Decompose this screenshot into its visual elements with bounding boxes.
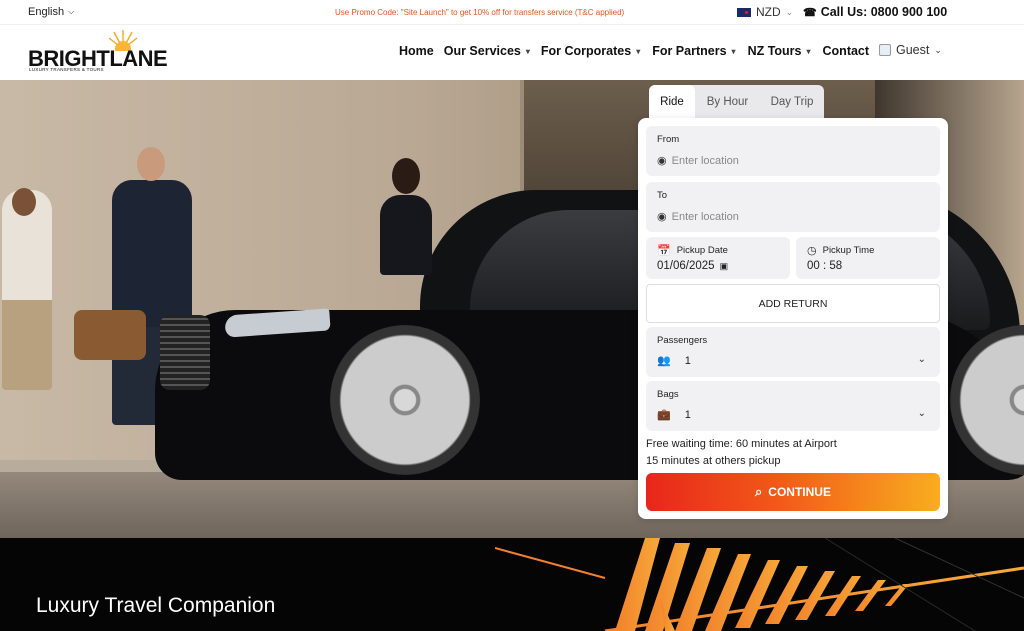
chevron-down-icon: ▾ [731,46,736,56]
to-input[interactable]: ◉ Enter location [657,210,739,224]
tab-day-trip[interactable]: Day Trip [760,85,824,118]
waiting-info-others: 15 minutes at others pickup [646,455,781,467]
chevron-down-icon: ▾ [806,46,811,56]
main-nav: BRIGHTLANE LUXURY TRANSFERS & TOURS Home… [0,25,1024,80]
to-label: To [657,190,668,201]
tab-ride[interactable]: Ride [649,85,695,118]
silver-fern-graphic [495,538,1024,631]
chevron-down-icon: ⌵ [68,7,75,16]
currency-label: NZD [756,5,781,19]
continue-button[interactable]: ⌕ CONTINUE [646,473,940,511]
nav-item-label: For Partners [652,44,727,58]
phone-icon: ☎ [803,6,817,19]
chevron-down-icon: ⌄ [917,354,926,365]
map-pin-icon: ◉ [657,155,667,167]
calendar-icon: 📅 [657,245,671,257]
users-icon: 👥 [657,355,671,367]
call-label: Call Us: 0800 900 100 [820,5,948,19]
booking-tabs: Ride By Hour Day Trip [649,85,824,118]
hero-step [0,460,170,472]
language-selector[interactable]: English ⌵ [28,6,74,18]
section-title: Luxury Travel Companion [36,594,276,617]
person-head [137,147,165,181]
avatar-icon [879,44,891,56]
from-label: From [657,134,680,145]
to-field[interactable]: To ◉ Enter location [646,182,940,232]
car-grille [160,315,210,390]
logo-tagline: LUXURY TRANSFERS & TOURS [29,67,104,72]
nav-item-home[interactable]: Home [399,44,434,58]
companion-section: Luxury Travel Companion [0,538,1024,631]
guest-menu[interactable]: Guest ⌄ [879,43,942,57]
nav-item-nz-tours[interactable]: NZ Tours ▾ [748,44,811,58]
calendar-icon[interactable]: ▣ [720,261,729,272]
add-return-button[interactable]: ADD RETURN [646,284,940,323]
pickup-date-input[interactable]: 01/06/2025 ▣ [657,260,728,272]
nav-item-for-partners[interactable]: For Partners ▾ [652,44,735,58]
person-woman-left [2,190,52,390]
pickup-date-value: 01/06/2025 [657,260,715,272]
chevron-down-icon: ⌄ [917,408,926,419]
from-input[interactable]: ◉ Enter location [657,154,739,168]
bags-select[interactable]: 💼 1 [657,408,691,422]
pickup-date-header: 📅 Pickup Date [657,244,728,257]
chevron-down-icon: ⌄ [785,6,794,17]
suitcase-icon: 💼 [657,409,671,421]
pickup-time-value: 00 : 58 [807,260,843,272]
top-bar: English ⌵ Use Promo Code: "Site Launch" … [0,0,1024,25]
nav-item-for-corporates[interactable]: For Corporates ▾ [541,44,640,58]
pickup-time-label: Pickup Time [822,245,875,256]
chevron-down-icon: ▾ [636,46,641,56]
person-chauffeur [380,195,432,275]
duffel-bag [74,310,146,360]
pickup-date-label: Pickup Date [676,245,728,256]
passengers-value: 1 [684,354,691,367]
passengers-label: Passengers [657,335,708,346]
from-placeholder: Enter location [671,154,739,167]
bags-field[interactable]: Bags 💼 1 ⌄ [646,381,940,431]
bags-label: Bags [657,389,679,400]
promo-banner: Use Promo Code: "Site Launch" to get 10%… [335,8,625,17]
nav-item-label: Our Services [443,44,521,58]
to-placeholder: Enter location [671,210,739,223]
currency-selector[interactable]: NZD ⌄ [737,5,793,19]
bags-value: 1 [684,408,691,421]
nav-item-label: NZ Tours [747,44,802,58]
chevron-down-icon: ⌄ [934,44,942,55]
waiting-info-airport: Free waiting time: 60 minutes at Airport [646,438,837,450]
nav-menu: Home Our Services ▾ For Corporates ▾ For… [399,44,869,58]
from-field[interactable]: From ◉ Enter location [646,126,940,176]
map-pin-icon: ◉ [657,211,667,223]
pickup-time-input[interactable]: 00 : 58 [807,260,842,272]
pickup-date-field[interactable]: 📅 Pickup Date 01/06/2025 ▣ [646,237,790,279]
chevron-down-icon: ▾ [525,46,530,56]
brand-logo[interactable]: BRIGHTLANE LUXURY TRANSFERS & TOURS [28,27,173,77]
continue-label: CONTINUE [768,485,831,499]
pickup-time-header: ◷ Pickup Time [807,244,874,257]
booking-card: From ◉ Enter location To ◉ Enter locatio… [638,118,948,519]
clock-icon: ◷ [807,245,817,257]
passengers-select[interactable]: 👥 1 [657,354,691,368]
nav-item-label: For Corporates [540,44,632,58]
person-head [12,188,36,216]
nav-item-contact[interactable]: Contact [823,44,870,58]
search-icon: ⌕ [755,484,763,499]
tab-by-hour[interactable]: By Hour [695,85,760,118]
guest-label: Guest [896,43,930,57]
pickup-time-field[interactable]: ◷ Pickup Time 00 : 58 [796,237,940,279]
language-label: English [28,6,65,18]
nav-item-label: Home [399,44,434,58]
passengers-field[interactable]: Passengers 👥 1 ⌄ [646,327,940,377]
nav-item-label: Contact [822,44,870,58]
call-link[interactable]: ☎ Call Us: 0800 900 100 [803,5,947,19]
car-wheel [330,325,480,475]
nav-item-our-services[interactable]: Our Services ▾ [444,44,530,58]
nz-flag-icon [737,7,751,17]
person-head [392,158,420,194]
